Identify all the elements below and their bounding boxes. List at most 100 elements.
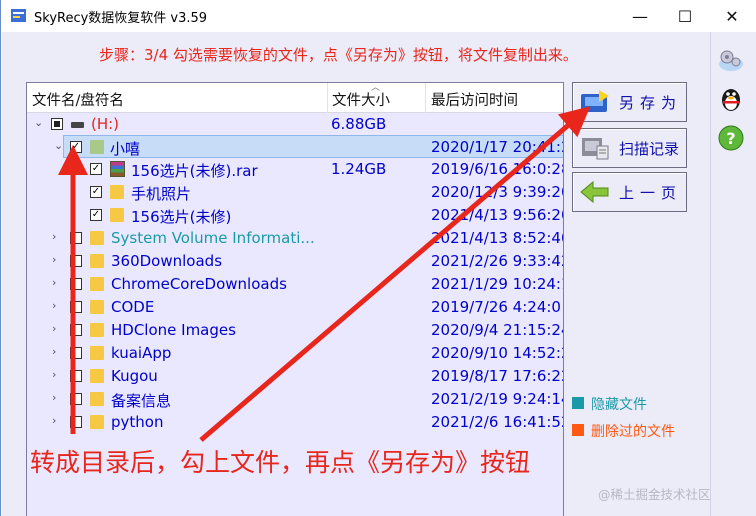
- folder-icon: [110, 208, 124, 222]
- checkbox[interactable]: [70, 370, 82, 382]
- column-header-name[interactable]: 文件名/盘符名: [32, 89, 124, 110]
- list-header: 文件名/盘符名 ︿ 文件大小 最后访问时间: [27, 83, 563, 113]
- app-window: SkyRecy数据恢复软件 v3.59 — ☐ ✕ ? 步骤：3/4 勾选需要恢…: [0, 0, 756, 516]
- checkbox-checked[interactable]: ✓: [90, 186, 102, 198]
- step-instruction: 步骤：3/4 勾选需要恢复的文件，点《另存为》按钮，将文件复制出来。: [99, 46, 578, 64]
- gear-cloud-icon[interactable]: [717, 46, 745, 74]
- title-bar[interactable]: SkyRecy数据恢复软件 v3.59 — ☐ ✕: [1, 0, 756, 32]
- chevron-right-icon[interactable]: ›: [52, 276, 56, 289]
- row-time: 2020/9/4 21:15:24: [431, 321, 564, 339]
- maximize-button[interactable]: ☐: [662, 0, 708, 32]
- qq-penguin-icon[interactable]: [717, 85, 745, 113]
- tree-row-folder[interactable]: › 360Downloads 2021/2/26 9:33:42: [27, 250, 564, 273]
- chevron-right-icon[interactable]: ›: [52, 345, 56, 358]
- tree-row-folder[interactable]: › Kugou 2019/8/17 17:6:22: [27, 365, 563, 388]
- checkbox-checked[interactable]: ✓: [70, 141, 82, 153]
- folder-icon: [90, 323, 104, 337]
- chevron-right-icon[interactable]: ›: [52, 253, 56, 266]
- chevron-right-icon[interactable]: ›: [52, 230, 56, 243]
- chevron-down-icon[interactable]: ⌄: [34, 116, 43, 129]
- close-button[interactable]: ✕: [709, 0, 755, 32]
- row-time: 2020/12/3 9:39:20: [431, 183, 564, 201]
- row-size: 6.88GB: [331, 115, 387, 133]
- hidden-swatch: [572, 397, 584, 409]
- watermark: @稀土掘金技术社区: [598, 487, 711, 502]
- window-title: SkyRecy数据恢复软件 v3.59: [34, 11, 208, 26]
- column-header-time[interactable]: 最后访问时间: [431, 89, 518, 110]
- row-time: 2020/9/10 14:52:2: [431, 344, 564, 362]
- checkbox[interactable]: [70, 393, 82, 405]
- save-as-label: 另存为: [619, 93, 683, 112]
- row-time: 2019/7/26 4:24:0: [431, 298, 561, 316]
- svg-text:?: ?: [726, 129, 735, 148]
- checkbox[interactable]: [70, 416, 82, 428]
- checkbox[interactable]: [70, 347, 82, 359]
- checkbox[interactable]: [70, 301, 82, 313]
- folder-icon: [90, 392, 104, 406]
- checkbox[interactable]: [51, 118, 63, 130]
- tree-row-file[interactable]: ✓ 156选片(未修).rar 1.24GB 2019/6/16 16:0:28: [27, 158, 563, 181]
- scan-log-label: 扫描记录: [619, 139, 680, 158]
- minimize-button[interactable]: —: [617, 0, 663, 32]
- chevron-right-icon[interactable]: ›: [52, 414, 56, 427]
- tree-row-folder[interactable]: › CODE 2019/7/26 4:24:0: [27, 296, 563, 319]
- scan-log-icon: [582, 138, 609, 160]
- checkbox[interactable]: [70, 278, 82, 290]
- tree-row-drive-h[interactable]: ⌄ (H:) 6.88GB: [27, 113, 563, 136]
- hidden-files-label: 隐藏文件: [591, 397, 647, 413]
- checkbox[interactable]: [70, 324, 82, 336]
- checkbox-checked[interactable]: ✓: [90, 163, 102, 175]
- tree-row-folder[interactable]: ✓ 手机照片 2020/12/3 9:39:20: [27, 181, 564, 204]
- row-time: 2021/4/13 8:52:40: [431, 229, 564, 247]
- row-name: kuaiApp: [111, 344, 172, 362]
- drive-icon: [71, 122, 84, 128]
- checkbox[interactable]: [70, 232, 82, 244]
- row-name: 手机照片: [131, 185, 192, 203]
- tree-row-folder[interactable]: › System Volume Informati... 2021/4/13 8…: [27, 227, 564, 250]
- checkbox[interactable]: [70, 255, 82, 267]
- tree-row-folder[interactable]: ✓ 156选片(未修) 2021/4/13 9:56:20: [27, 204, 564, 227]
- row-name: ChromeCoreDownloads: [111, 275, 287, 293]
- chevron-right-icon[interactable]: ›: [52, 322, 56, 335]
- deleted-swatch: [572, 424, 584, 436]
- folder-icon: [90, 415, 104, 429]
- annotation-text: 转成目录后，勾上文件，再点《另存为》按钮: [30, 448, 531, 477]
- chevron-right-icon[interactable]: ›: [52, 368, 56, 381]
- chevron-right-icon[interactable]: ›: [52, 391, 56, 404]
- row-name: HDClone Images: [111, 321, 236, 339]
- checkbox-checked[interactable]: ✓: [90, 209, 102, 221]
- row-time: 2021/2/26 9:33:42: [431, 252, 564, 270]
- tree-row-folder[interactable]: › kuaiApp 2020/9/10 14:52:2: [27, 342, 564, 365]
- row-name: CODE: [111, 298, 155, 316]
- tree-row-folder[interactable]: › 备案信息 2021/2/19 9:24:14: [27, 388, 563, 411]
- row-time: 2021/4/13 9:56:20: [431, 206, 564, 224]
- save-as-button[interactable]: 另存为: [572, 82, 687, 122]
- row-name: 小嘻: [110, 140, 141, 158]
- chevron-right-icon[interactable]: ›: [52, 299, 56, 312]
- rar-archive-icon: [110, 161, 125, 177]
- row-time: 2020/1/17 20:41:2: [431, 138, 564, 156]
- folder-icon: [90, 140, 104, 154]
- row-name: 备案信息: [111, 392, 172, 410]
- save-as-icon: [581, 90, 609, 112]
- tree-row-folder[interactable]: › HDClone Images 2020/9/4 21:15:24: [27, 319, 564, 342]
- row-time: 2021/1/29 10:24:1: [431, 275, 564, 293]
- folder-icon: [90, 277, 104, 291]
- previous-page-button[interactable]: 上一页: [572, 172, 687, 212]
- column-divider[interactable]: [425, 83, 426, 113]
- column-divider[interactable]: [327, 83, 328, 113]
- tree-row-folder[interactable]: › python 2021/2/6 16:41:52: [27, 411, 564, 434]
- row-size: 1.24GB: [331, 160, 387, 178]
- row-name: (H:): [91, 115, 120, 133]
- tree-row-folder[interactable]: › ChromeCoreDownloads 2021/1/29 10:24:1: [27, 273, 564, 296]
- app-logo-icon: [11, 9, 26, 22]
- column-header-size[interactable]: 文件大小: [332, 89, 390, 110]
- tree-row-selected[interactable]: ⌄ ✓ 小嘻 2020/1/17 20:41:2: [54, 135, 564, 158]
- deleted-files-label: 删除过的文件: [591, 424, 675, 440]
- row-name: 156选片(未修).rar: [131, 162, 258, 180]
- row-time: 2021/2/6 16:41:52: [431, 413, 564, 431]
- scan-log-button[interactable]: 扫描记录: [572, 128, 687, 168]
- help-icon[interactable]: ?: [717, 124, 745, 152]
- back-arrow-icon: [580, 180, 609, 204]
- chevron-down-icon[interactable]: ⌄: [54, 139, 63, 152]
